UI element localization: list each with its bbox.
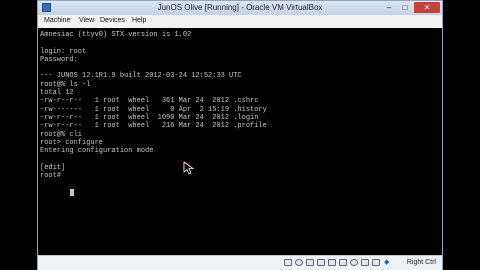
vm-screen[interactable]: Amnesiac (ttyv0) STX version is 1.02 log…	[38, 28, 442, 255]
status-bar: ◆ Right Ctrl	[38, 255, 442, 270]
host-key-label: Right Ctrl	[406, 259, 436, 266]
terminal-output: Amnesiac (ttyv0) STX version is 1.02 log…	[40, 31, 267, 181]
menu-help[interactable]: Help	[132, 17, 146, 24]
host-key-arrow-icon: ◆	[384, 259, 390, 266]
close-button[interactable]: ✕	[414, 2, 440, 13]
menu-view[interactable]: View	[79, 17, 94, 24]
usb-icon[interactable]	[306, 259, 314, 266]
display-icon[interactable]	[339, 259, 347, 266]
maximize-button[interactable]: □	[398, 2, 412, 13]
hdd-icon[interactable]	[284, 259, 292, 266]
menu-machine[interactable]: Machine	[44, 17, 70, 24]
menu-bar: Machine View Devices Help	[38, 15, 442, 29]
minimize-button[interactable]: –	[382, 2, 396, 13]
network-icon[interactable]	[317, 259, 325, 266]
title-bar[interactable]: JunOS Olive [Running] - Oracle VM Virtua…	[38, 1, 442, 15]
keyboard-icon[interactable]	[372, 259, 380, 266]
virtualbox-window: JunOS Olive [Running] - Oracle VM Virtua…	[37, 0, 443, 270]
mouse-integration-icon[interactable]	[361, 259, 369, 266]
menu-devices[interactable]: Devices	[100, 17, 125, 24]
capture-icon[interactable]	[350, 259, 358, 266]
terminal-cursor	[70, 189, 74, 196]
mouse-pointer-icon	[183, 161, 195, 175]
shared-folder-icon[interactable]	[328, 259, 336, 266]
cd-icon[interactable]	[295, 259, 303, 266]
